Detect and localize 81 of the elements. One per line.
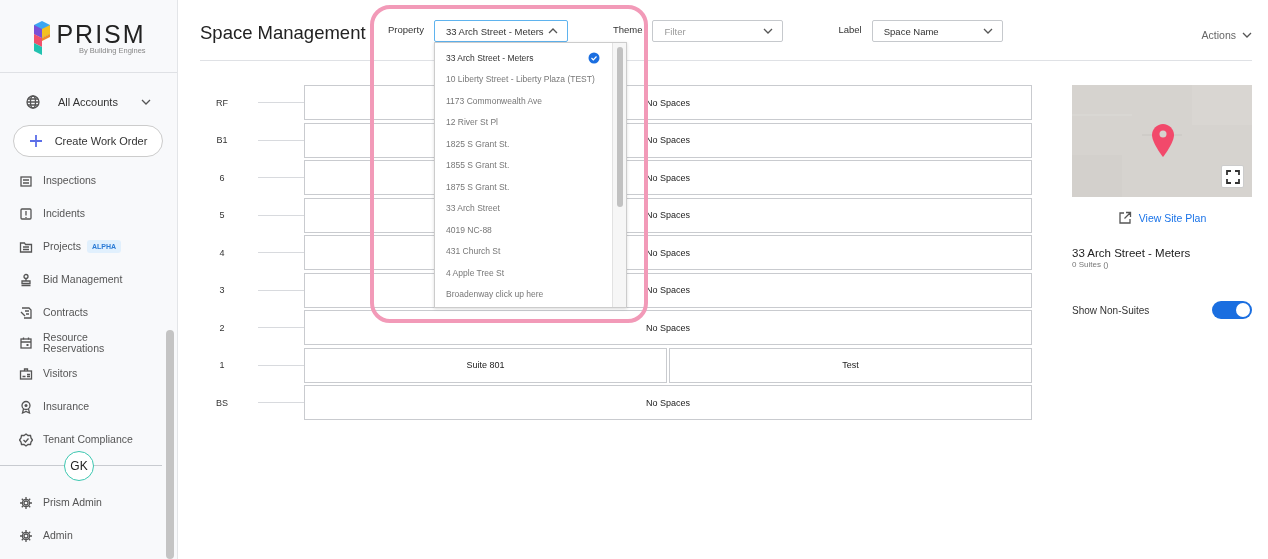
nav-label: Resource Reservations [43, 332, 106, 354]
account-name[interactable]: All Accounts [58, 96, 123, 108]
check-badge-icon [19, 432, 33, 447]
check-circle-icon [587, 50, 601, 65]
page-title: Space Management [200, 22, 367, 44]
space-block[interactable]: No Spaces [304, 385, 1032, 420]
dropdown-option[interactable]: 431 Church St [435, 240, 612, 262]
dropdown-option[interactable]: 1875 S Grant St. [435, 176, 612, 198]
chevron-down-icon [1242, 32, 1252, 38]
nav-label: Tenant Compliance [43, 434, 133, 445]
nav-label: Prism Admin [43, 497, 102, 508]
dropdown-option[interactable]: 1173 Commonwealth Ave [435, 90, 612, 112]
nav-item[interactable]: Admin [19, 519, 161, 552]
space-block[interactable]: Test [669, 347, 1032, 383]
logo-wordmark: PRISM [56, 21, 146, 46]
dropdown-option[interactable]: 33 Arch Street [435, 197, 612, 219]
dropdown-option[interactable]: 33 Arch Street - Meters [435, 47, 612, 69]
floor-label: 2 [218, 322, 226, 333]
chevron-up-icon [547, 28, 558, 34]
document-icon [19, 305, 33, 320]
create-work-order-button[interactable]: Create Work Order [13, 125, 163, 157]
chevron-down-icon [141, 99, 151, 105]
actions-menu[interactable]: Actions [1201, 29, 1252, 41]
settings-icon [19, 495, 33, 510]
floor-label: RF [215, 97, 229, 108]
dropdown-option[interactable]: Broadenway click up here [435, 283, 612, 305]
filter-label: Theme [612, 24, 643, 35]
floor-label: 1 [218, 360, 226, 370]
fullscreen-button[interactable] [1221, 165, 1244, 188]
floor-label: 4 [218, 247, 226, 258]
floor-label: 6 [218, 172, 226, 183]
space-block[interactable]: No Spaces [304, 310, 1032, 345]
nav-label: Insurance [43, 401, 90, 412]
filter-label: Property [388, 24, 424, 35]
id-card-icon [19, 366, 33, 381]
clipboard-icon [19, 173, 33, 188]
dropdown-option[interactable]: 1825 S Grant St. [435, 133, 612, 155]
fullscreen-icon [1225, 169, 1240, 184]
nav-item[interactable]: Inspections [19, 164, 161, 197]
chevron-down-icon [982, 28, 993, 34]
nav-item[interactable]: Incidents [19, 197, 161, 230]
suite-count: 0 Suites () [1072, 260, 1110, 269]
view-site-plan-link[interactable]: View Site Plan [1117, 211, 1207, 225]
nav-item[interactable]: Insurance [19, 390, 161, 423]
nav-item[interactable]: Bid Management [19, 263, 161, 296]
floor-label: 5 [218, 210, 226, 220]
alert-icon [19, 206, 33, 221]
scrollbar[interactable] [166, 330, 174, 559]
floor-label: B1 [215, 135, 229, 145]
nav-label: Incidents [43, 208, 86, 219]
nav-label: Inspections [43, 175, 97, 186]
select-field[interactable]: 33 Arch Street - Meters [433, 20, 568, 42]
space-block[interactable]: Suite 801 [304, 347, 667, 383]
toggle-label: Show Non-Suites [1072, 304, 1150, 316]
award-icon [19, 399, 33, 414]
nav-label: Visitors [43, 368, 78, 379]
calendar-icon [19, 336, 33, 350]
nav-label: Contracts [43, 307, 88, 318]
plus-icon [28, 134, 43, 148]
select-field[interactable]: Space Name [871, 20, 1003, 42]
folder-icon [19, 239, 33, 254]
toggle-switch[interactable] [1212, 301, 1252, 319]
floor-label: BS [215, 397, 229, 408]
globe-icon [26, 95, 40, 109]
nav-label: Bid Management [43, 274, 123, 285]
stamp-icon [19, 272, 33, 287]
user-avatar[interactable]: GK [64, 451, 94, 481]
settings-icon [19, 528, 33, 543]
scrollbar-thumb[interactable] [616, 47, 623, 207]
nav-item[interactable]: Resource Reservations [19, 329, 161, 357]
map-pin-icon [1152, 124, 1174, 157]
floor-label: 3 [218, 285, 226, 295]
external-link-icon [1117, 211, 1132, 225]
nav-label: Projects [43, 241, 81, 252]
nav-item[interactable]: Visitors [19, 357, 161, 390]
property-name: 33 Arch Street - Meters [1072, 247, 1192, 260]
nav-label: Admin [43, 530, 73, 541]
chevron-down-icon [763, 28, 774, 34]
filter-label: Label [838, 24, 862, 35]
nav-item[interactable]: Prism Admin [19, 486, 161, 519]
nav-item[interactable]: Contracts [19, 296, 161, 329]
